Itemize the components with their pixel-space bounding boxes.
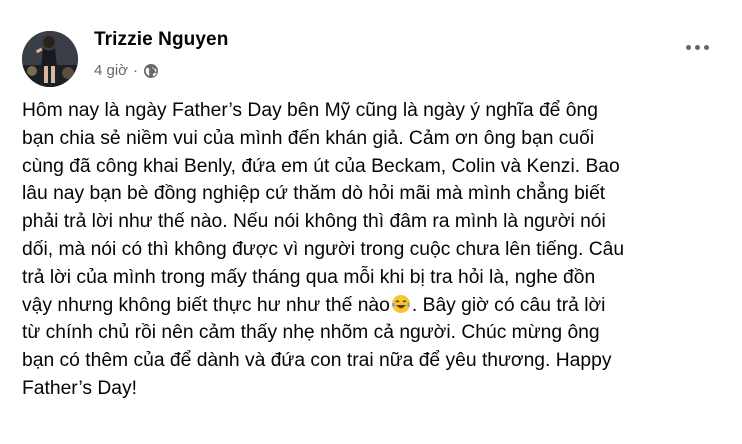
more-options-icon[interactable] xyxy=(686,45,709,50)
post-text-line: trả lời của mình trong mấy tháng qua mỗi… xyxy=(22,266,596,288)
post-text-line-with-emoji: vậy nhưng không biết thực hư như thế nào… xyxy=(22,292,727,320)
dot xyxy=(686,45,691,50)
post-text-line: từ chính chủ rồi nên cảm thấy nhẹ nhõm c… xyxy=(22,322,600,344)
post-text-line: bạn có thêm của để dành và đứa con trai … xyxy=(22,350,612,372)
post-text-segment: vậy nhưng không biết thực hư như thế nào xyxy=(22,294,390,316)
post-text-line: phải trả lời như thế nào. Nếu nói không … xyxy=(22,211,606,233)
post-time[interactable]: 4 giờ xyxy=(94,62,128,79)
author-name[interactable]: Trizzie Nguyen xyxy=(94,29,228,51)
post-text-line: Hôm nay là ngày Father’s Day bên Mỹ cũng… xyxy=(22,100,598,121)
post-text-line: dối, mà nói có thì không được vì người t… xyxy=(22,238,625,260)
post-text-line: Father’s Day! xyxy=(22,377,138,399)
laughing-tears-emoji-icon xyxy=(391,294,411,314)
avatar-photo xyxy=(22,31,78,87)
facebook-post: Trizzie Nguyen 4 giờ · Hôm nay là ngày F… xyxy=(0,0,742,444)
post-text-segment: . Bây giờ có câu trả lời xyxy=(411,294,606,316)
dot xyxy=(704,45,709,50)
post-text-line: lâu nay bạn bè đồng nghiệp cứ thăm dò hỏ… xyxy=(22,183,606,205)
dot xyxy=(695,45,700,50)
meta-separator: · xyxy=(133,62,139,79)
globe-icon[interactable] xyxy=(143,63,159,79)
post-meta: 4 giờ · xyxy=(94,62,159,79)
post-text-line: bạn chia sẻ niềm vui của mình đến khán g… xyxy=(22,127,595,149)
author-avatar[interactable] xyxy=(22,31,78,87)
post-text-line: cùng đã công khai Benly, đứa em út của B… xyxy=(22,155,620,177)
post-body: Hôm nay là ngày Father’s Day bên Mỹ cũng… xyxy=(22,97,727,403)
